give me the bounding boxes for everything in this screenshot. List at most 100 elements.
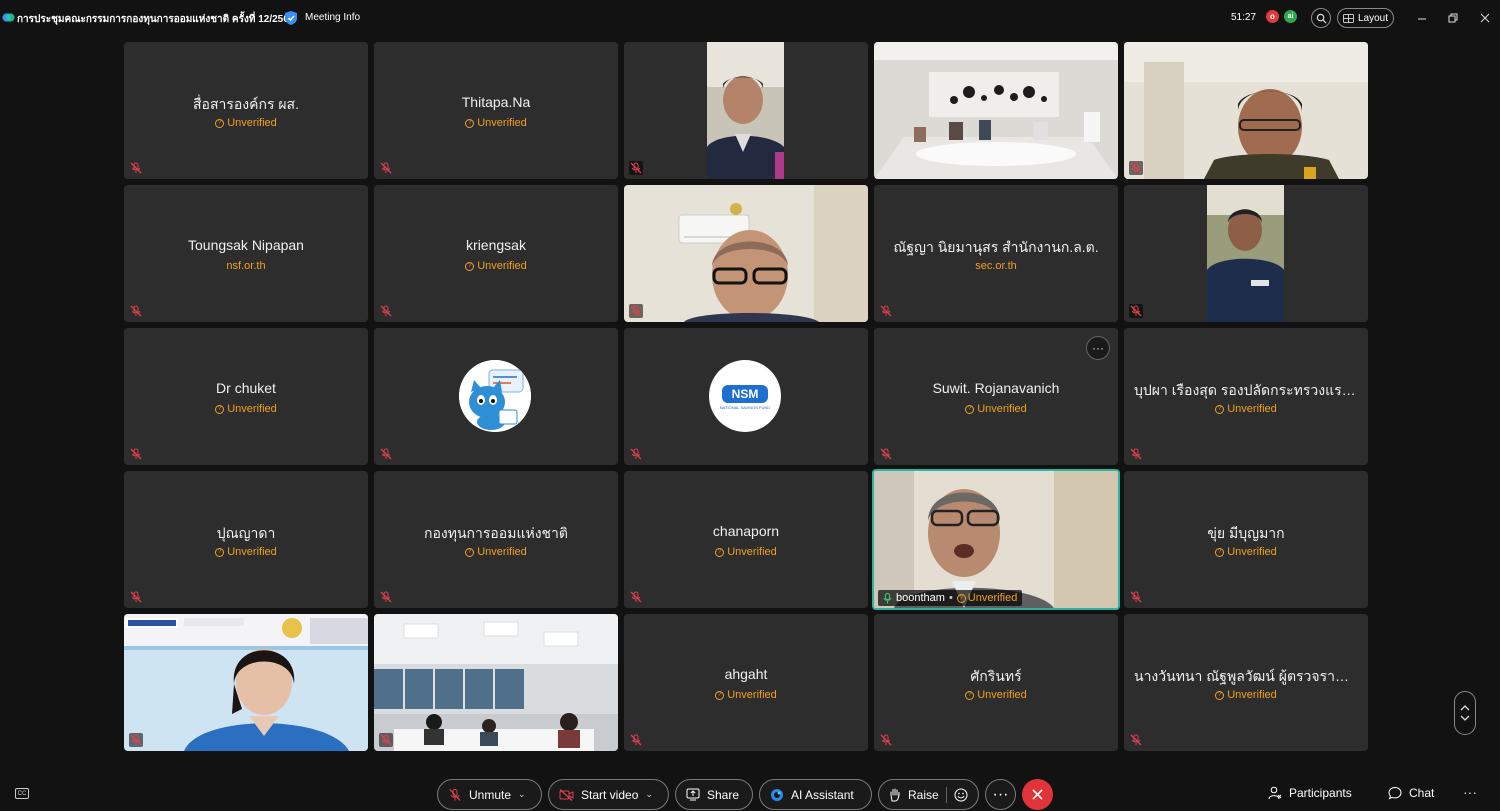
- speaker-status: ? Unverified: [956, 592, 1017, 604]
- minimize-icon: [1418, 18, 1426, 20]
- participant-status: ? Unverified: [124, 546, 368, 558]
- meeting-controls-bar: CC Unmute ⌄ Start video ⌄ Share AI Assis…: [0, 772, 1500, 811]
- participant-tile[interactable]: ··· Suwit. Rojanavanich ? Unverified: [874, 328, 1118, 465]
- mic-muted-icon: [1129, 304, 1143, 318]
- unverified-icon: ?: [956, 593, 966, 603]
- panel-more-button[interactable]: ···: [1463, 784, 1477, 800]
- participant-tile[interactable]: ขุ่ย มีบุญมาก ? Unverified: [1124, 471, 1368, 608]
- unverified-icon: ?: [1215, 690, 1225, 700]
- close-icon: [1480, 13, 1490, 23]
- unverified-icon: ?: [465, 261, 475, 271]
- participant-tile[interactable]: ahgaht ? Unverified: [624, 614, 868, 751]
- participant-tile[interactable]: ปุณญาดา ? Unverified: [124, 471, 368, 608]
- meeting-title: การประชุมคณะกรรมการกองทุนการออมแห่งชาติ …: [17, 14, 295, 25]
- participant-domain: nsf.or.th: [226, 260, 266, 272]
- mic-active-icon: [883, 592, 892, 603]
- chevron-down-icon[interactable]: ⌄: [645, 789, 653, 800]
- raise-hand-button[interactable]: Raise: [878, 779, 979, 810]
- participant-status: ? Unverified: [124, 117, 368, 129]
- participant-avatar: [459, 360, 531, 432]
- ai-badge[interactable]: ai: [1284, 10, 1297, 23]
- participant-status: ? Unverified: [1124, 546, 1368, 558]
- share-icon: [686, 788, 700, 801]
- participant-tile[interactable]: ณัฐญา นิยมานุสร สำนักงานก.ล.ต. sec.or.th: [874, 185, 1118, 322]
- closed-captions-button[interactable]: CC: [15, 788, 29, 799]
- participant-tile[interactable]: ศักรินทร์ ? Unverified: [874, 614, 1118, 751]
- close-icon: [1032, 789, 1043, 800]
- unverified-icon: ?: [215, 547, 225, 557]
- unverified-icon: ?: [215, 118, 225, 128]
- close-window-button[interactable]: [1477, 10, 1493, 26]
- leave-meeting-button[interactable]: [1022, 779, 1053, 810]
- chevron-down-icon[interactable]: ⌄: [518, 789, 526, 800]
- participant-tile[interactable]: NSM NATIONAL SAVINGS FUND: [624, 328, 868, 465]
- start-video-button[interactable]: Start video ⌄: [548, 779, 669, 810]
- participant-video-tile[interactable]: [374, 614, 618, 751]
- participant-tile[interactable]: [374, 328, 618, 465]
- shield-icon[interactable]: [284, 10, 298, 26]
- tile-more-options-button[interactable]: ···: [1086, 336, 1110, 360]
- reactions-icon[interactable]: [954, 788, 968, 802]
- participant-tile[interactable]: Thitapa.Na ? Unverified: [374, 42, 618, 179]
- participant-name: Toungsak Nipapan: [188, 237, 304, 253]
- participant-video-tile[interactable]: [874, 42, 1118, 179]
- recording-badge[interactable]: o: [1266, 10, 1279, 23]
- participant-tile[interactable]: Dr chuket ? Unverified: [124, 328, 368, 465]
- mic-muted-icon: [449, 788, 461, 801]
- chevron-up-icon[interactable]: [1460, 705, 1470, 711]
- participant-avatar: NSM NATIONAL SAVINGS FUND: [709, 360, 781, 432]
- raise-label: Raise: [908, 787, 939, 802]
- participant-video-tile[interactable]: [1124, 185, 1368, 322]
- mic-muted-icon: [1130, 734, 1142, 746]
- participant-name: Thitapa.Na: [461, 94, 531, 110]
- participant-video-tile[interactable]: [624, 42, 868, 179]
- restore-button[interactable]: [1445, 10, 1461, 26]
- mic-muted-icon: [379, 733, 393, 747]
- minimize-button[interactable]: [1414, 10, 1430, 26]
- unmute-label: Unmute: [469, 787, 512, 802]
- ai-assistant-button[interactable]: AI Assistant: [759, 779, 872, 810]
- nsm-logo-icon: NSM: [722, 385, 768, 403]
- nsm-logo-text: NSM: [732, 387, 759, 401]
- participant-name: ณัฐญา นิยมานุสร สำนักงานก.ล.ต.: [893, 239, 1099, 255]
- layout-label: Layout: [1357, 12, 1389, 24]
- participant-video: [1207, 185, 1284, 322]
- grid-page-scroller[interactable]: [1454, 691, 1476, 735]
- participant-tile[interactable]: บุปผา เรืองสุด รองปลัดกระทรวงแรงงาน ? Unv…: [1124, 328, 1368, 465]
- ai-assistant-label: AI Assistant: [791, 787, 854, 802]
- participant-video-tile[interactable]: [1124, 42, 1368, 179]
- participant-tile[interactable]: chanaporn ? Unverified: [624, 471, 868, 608]
- active-speaker-tile[interactable]: boontham • ? Unverified: [872, 469, 1120, 610]
- participant-name: ขุ่ย มีบุญมาก: [1207, 525, 1285, 541]
- meeting-info-link[interactable]: Meeting Info: [305, 12, 360, 23]
- participant-tile[interactable]: Toungsak Nipapan nsf.or.th: [124, 185, 368, 322]
- participant-tile[interactable]: นางวันทนา ณัฐพูลวัฒน์ ผู้ตรวจราชการกระทร…: [1124, 614, 1368, 751]
- chat-button[interactable]: Chat: [1388, 786, 1434, 800]
- participant-tile[interactable]: kriengsak ? Unverified: [374, 185, 618, 322]
- layout-button[interactable]: Layout: [1337, 8, 1394, 28]
- title-bar: การประชุมคณะกรรมการกองทุนการออมแห่งชาติ …: [0, 0, 1500, 36]
- unverified-icon: ?: [715, 547, 725, 557]
- participant-video-tile[interactable]: [624, 185, 868, 322]
- webex-logo-icon: [2, 13, 15, 22]
- chevron-down-icon[interactable]: [1460, 715, 1470, 721]
- zoom-button[interactable]: [1311, 8, 1331, 28]
- chat-label: Chat: [1409, 786, 1435, 800]
- participant-video: [707, 42, 784, 179]
- participants-button[interactable]: Participants: [1268, 786, 1352, 800]
- chat-icon: [1388, 786, 1402, 800]
- participant-domain: sec.or.th: [975, 260, 1017, 272]
- share-button[interactable]: Share: [675, 779, 753, 810]
- participant-name: ปุณญาดา: [216, 525, 276, 541]
- mic-muted-icon: [380, 448, 392, 460]
- participant-tile[interactable]: กองทุนการออมแห่งชาติ ? Unverified: [374, 471, 618, 608]
- unmute-button[interactable]: Unmute ⌄: [437, 779, 542, 810]
- more-options-button[interactable]: ···: [985, 779, 1016, 810]
- participant-name: นางวันทนา ณัฐพูลวัฒน์ ผู้ตรวจราชการกระทร…: [1134, 668, 1368, 684]
- unverified-icon: ?: [465, 118, 475, 128]
- mic-muted-icon: [629, 304, 643, 318]
- mic-muted-icon: [1130, 448, 1142, 460]
- participant-tile[interactable]: สื่อสารองค์กร ผส. ? Unverified: [124, 42, 368, 179]
- participant-name: Suwit. Rojanavanich: [932, 380, 1060, 396]
- participant-video-tile[interactable]: [124, 614, 368, 751]
